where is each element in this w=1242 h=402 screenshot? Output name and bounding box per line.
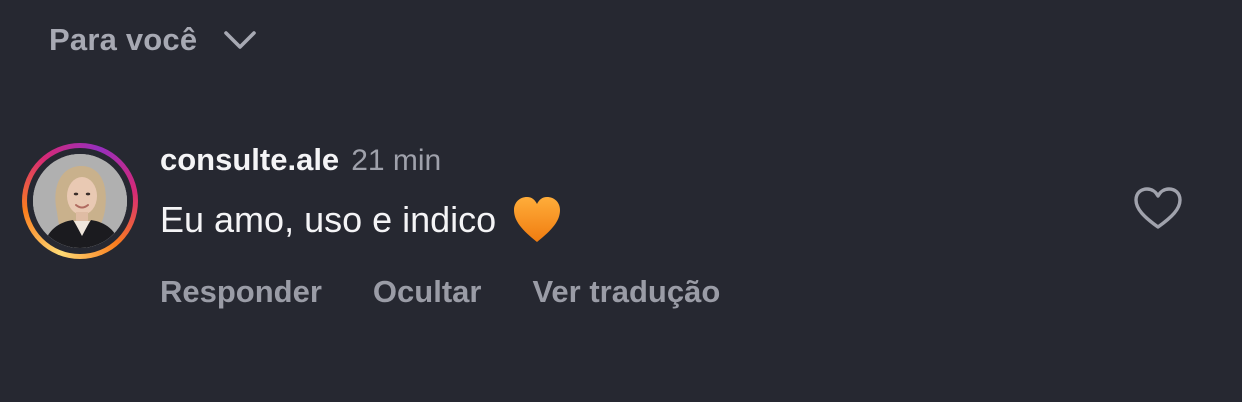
heart-outline-icon	[1131, 187, 1185, 237]
profile-photo	[33, 154, 127, 248]
reply-button[interactable]: Responder	[160, 274, 322, 310]
comment-timestamp: 21 min	[351, 144, 442, 177]
orange-heart-icon	[512, 196, 562, 244]
sort-filter-dropdown[interactable]: Para você	[49, 18, 257, 62]
comment-header: consulte.ale 21 min	[160, 142, 441, 184]
story-ring[interactable]	[22, 143, 138, 259]
translate-button[interactable]: Ver tradução	[532, 274, 720, 310]
chevron-down-icon	[223, 29, 257, 51]
comment-actions: Responder Ocultar Ver tradução	[160, 270, 720, 314]
hide-button[interactable]: Ocultar	[373, 274, 482, 310]
comments-panel: Para você consulte.ale 21 min Eu amo, us…	[0, 0, 1242, 402]
like-button[interactable]	[1131, 185, 1185, 233]
comment-text: Eu amo, uso e indico	[160, 199, 497, 240]
comment-body: Eu amo, uso e indico	[160, 195, 562, 245]
sort-filter-label: Para você	[49, 22, 198, 57]
comment-username[interactable]: consulte.ale	[160, 142, 339, 178]
avatar[interactable]	[33, 154, 127, 248]
